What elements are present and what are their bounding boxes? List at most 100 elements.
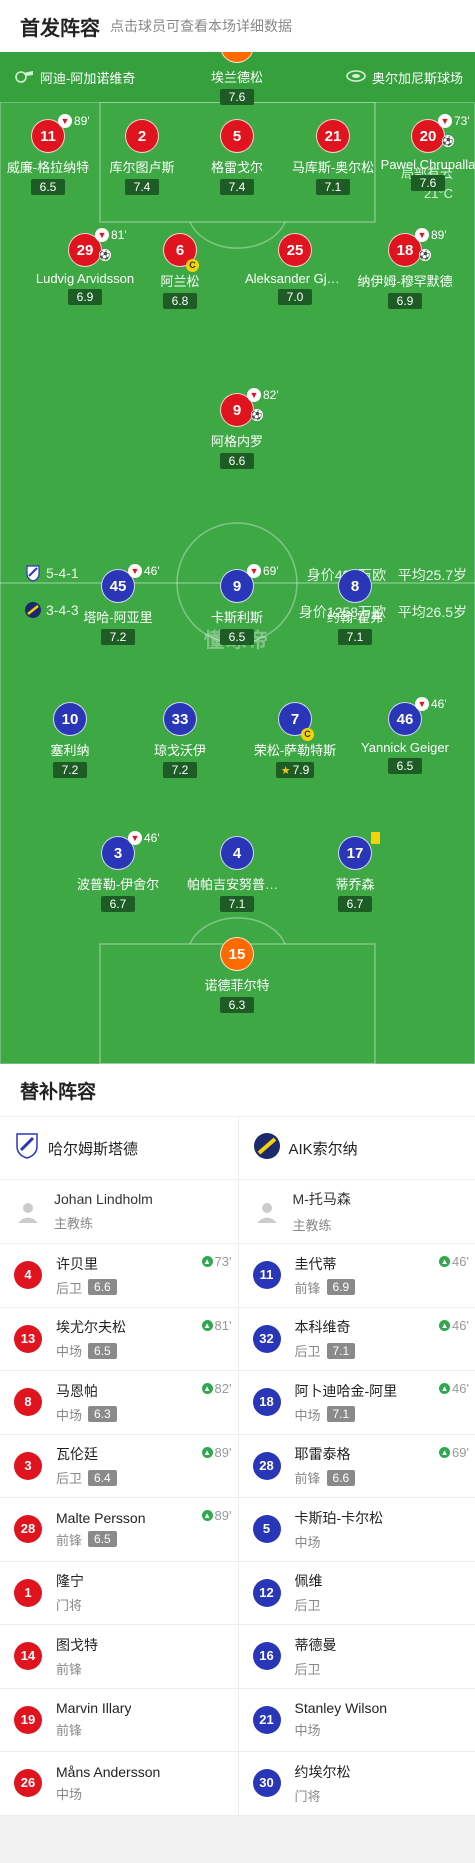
sub-number: 12 bbox=[252, 1578, 281, 1607]
sub-off-badge: ▼ 69' bbox=[247, 564, 279, 578]
sub-player-row[interactable]: 12 佩维 后卫 bbox=[238, 1562, 475, 1625]
sub-player-row[interactable]: 4 许贝里 后卫 6.6 ▲ 73' bbox=[0, 1244, 238, 1308]
sub-player-row[interactable]: 1 隆宁 门将 bbox=[0, 1562, 238, 1625]
sub-info: Måns Andersson 中场 bbox=[56, 1764, 160, 1803]
sub-on-minute: ▲ 89' bbox=[201, 1445, 232, 1460]
sub-player-row[interactable]: 14 图戈特 前锋 bbox=[0, 1625, 238, 1689]
away-team-logo-icon bbox=[24, 601, 42, 619]
ball-icon: ⚽ bbox=[99, 249, 111, 261]
sub-player-row[interactable]: 28 Malte Persson 前锋 6.5 ▲ 89' bbox=[0, 1498, 238, 1562]
away-team-name: AIK索尔纳 bbox=[288, 1140, 358, 1158]
home-team-row[interactable]: 哈尔姆斯塔德 bbox=[0, 1117, 238, 1180]
sub-player-row[interactable]: 30 约埃尔松 门将 bbox=[238, 1752, 475, 1816]
sub-rating: 6.6 bbox=[88, 1279, 117, 1296]
sub-player-row[interactable]: 5 卡斯珀-卡尔松 中场 bbox=[238, 1498, 475, 1562]
sub-number: 30 bbox=[252, 1769, 281, 1798]
player-name: 库尔图卢斯 bbox=[109, 160, 175, 175]
home-player[interactable]: 12 埃兰德松 7.6 bbox=[187, 52, 287, 106]
player-rating: 6.9 bbox=[68, 289, 102, 305]
player-rating: 6.7 bbox=[101, 896, 135, 912]
sub-player-row[interactable]: 13 埃尤尔夫松 中场 6.5 ▲ 81' bbox=[0, 1308, 238, 1371]
sub-player-row[interactable]: 3 瓦伦廷 后卫 6.4 ▲ 89' bbox=[0, 1435, 238, 1498]
away-player[interactable]: 3 ▼ 46' 波普勒-伊舍尔 6.7 bbox=[68, 831, 168, 913]
stadium: 奥尔加尼斯球场 bbox=[346, 68, 463, 87]
sub-meta: 前锋 bbox=[56, 1720, 131, 1739]
sub-off-icon: ▼ bbox=[247, 388, 261, 402]
sub-on-time: 82' bbox=[214, 1381, 232, 1396]
home-player[interactable]: 9 ▼ 82' ⚽ 阿格内罗 6.6 bbox=[187, 388, 287, 470]
away-coach[interactable]: M-托马森 主教练 bbox=[238, 1180, 475, 1244]
away-player[interactable]: 4 帕帕吉安努普洛斯 7.1 bbox=[187, 836, 287, 913]
sub-position: 中场 bbox=[294, 1407, 321, 1423]
yellow-card-icon bbox=[371, 832, 380, 844]
home-player[interactable]: 18 ▼ 89' ⚽ 纳伊姆-穆罕默德 6.9 bbox=[355, 228, 455, 310]
home-player[interactable]: 29 ▼ 81' ⚽ Ludvig Arvidsson 6.9 bbox=[35, 228, 135, 306]
sub-player-row[interactable]: 28 耶雷泰格 前锋 6.6 ▲ 69' bbox=[238, 1435, 475, 1498]
sub-rating: 7.1 bbox=[326, 1406, 356, 1423]
sub-name: 本科维奇 bbox=[294, 1319, 351, 1336]
away-player[interactable]: 8 约翰-霍弗 7.1 bbox=[305, 569, 405, 646]
sub-position: 中场 bbox=[56, 1786, 83, 1802]
sub-on-time: 73' bbox=[214, 1254, 232, 1269]
lineup-header: 首发阵容 点击球员可查看本场详细数据 bbox=[0, 0, 475, 52]
sub-meta: 前锋 6.9 bbox=[295, 1278, 356, 1297]
home-player[interactable]: 5 格雷戈尔 7.4 bbox=[187, 119, 287, 196]
sub-number: 4 bbox=[14, 1261, 42, 1290]
home-player[interactable]: 2 库尔图卢斯 7.4 bbox=[92, 119, 192, 196]
sub-info: 蒂德曼 后卫 bbox=[295, 1635, 337, 1678]
home-coach[interactable]: Johan Lindholm 主教练 bbox=[0, 1180, 238, 1244]
sub-position: 中场 bbox=[294, 1723, 321, 1739]
sub-info: 瓦伦廷 后卫 6.4 bbox=[56, 1444, 117, 1487]
away-player[interactable]: 7 C 荣松-萨勒特斯 ★ 7.9 bbox=[245, 702, 345, 779]
sub-name: 隆宁 bbox=[56, 1573, 84, 1590]
player-rating: 7.4 bbox=[125, 179, 159, 195]
sub-player-row[interactable]: 19 Marvin Illary 前锋 bbox=[0, 1689, 238, 1752]
sub-on-minute: ▲ 46' bbox=[439, 1318, 469, 1333]
sub-number: 21 bbox=[252, 1705, 281, 1734]
sub-on-minute: ▲ 82' bbox=[201, 1381, 232, 1396]
away-player[interactable]: 33 琼戈沃伊 7.2 bbox=[130, 702, 230, 779]
away-player[interactable]: 17 蒂乔森 6.7 bbox=[305, 832, 405, 913]
away-player[interactable]: 10 塞利纳 7.2 bbox=[20, 702, 120, 779]
player-rating: 7.1 bbox=[338, 629, 372, 645]
away-sub-list: 11 圭代蒂 前锋 6.9 ▲ 46' 32 本科维奇 后卫 7.1 ▲ 46' 18 阿卜迪哈金-阿里中… bbox=[238, 1244, 475, 1816]
sub-rating: 6.4 bbox=[88, 1469, 117, 1486]
player-rating: 7.0 bbox=[278, 289, 312, 305]
sub-player-row[interactable]: 16 蒂德曼 后卫 bbox=[238, 1625, 475, 1689]
sub-meta: 前锋 6.5 bbox=[56, 1530, 145, 1549]
home-player[interactable]: 6 C 阿兰松 6.8 bbox=[130, 233, 230, 310]
sub-off-badge: ▼ 73' bbox=[438, 114, 470, 128]
sub-info: 本科维奇 后卫 7.1 bbox=[295, 1317, 356, 1360]
away-player[interactable]: 46 ▼ 46' Yannick Geiger 6.5 bbox=[355, 697, 455, 775]
home-player[interactable]: 20 ▼ 73' ⚽ Pawel Chrupalla 7.6 bbox=[378, 114, 475, 192]
sub-minute: 89' bbox=[74, 114, 90, 128]
player-number: 2 bbox=[125, 119, 159, 153]
sub-off-badge: ▼ 46' bbox=[415, 697, 447, 711]
sub-off-icon: ▼ bbox=[415, 697, 429, 711]
home-player[interactable]: 25 Aleksander Gjertsen 7.0 bbox=[245, 233, 345, 306]
sub-number: 13 bbox=[14, 1324, 42, 1353]
sub-player-row[interactable]: 18 阿卜迪哈金-阿里 中场 7.1 ▲ 46' bbox=[238, 1371, 475, 1435]
sub-info: 耶雷泰格 前锋 6.6 bbox=[295, 1444, 356, 1487]
sub-meta: 后卫 bbox=[295, 1659, 337, 1678]
sub-player-row[interactable]: 11 圭代蒂 前锋 6.9 ▲ 46' bbox=[238, 1244, 475, 1308]
home-player[interactable]: 21 马库斯-奥尔松 7.1 bbox=[283, 119, 383, 196]
home-player[interactable]: 11 ▼ 89' 威廉-格拉纳特 6.5 bbox=[0, 114, 98, 196]
home-team-logo-icon bbox=[24, 564, 42, 582]
player-name: 波普勒-伊舍尔 bbox=[76, 877, 160, 892]
away-player[interactable]: 45 ▼ 46' 塔哈-阿亚里 7.2 bbox=[68, 564, 168, 646]
sub-number: 26 bbox=[14, 1769, 42, 1798]
away-player[interactable]: 15 诺德菲尔特 6.3 bbox=[187, 937, 287, 1014]
sub-player-row[interactable]: 32 本科维奇 后卫 7.1 ▲ 46' bbox=[238, 1308, 475, 1371]
sub-player-row[interactable]: 8 马恩帕 中场 6.3 ▲ 82' bbox=[0, 1371, 238, 1435]
player-rating: 7.6 bbox=[220, 89, 254, 105]
player-rating: 6.6 bbox=[220, 453, 254, 469]
player-rating: 6.5 bbox=[388, 758, 422, 774]
home-team-name: 哈尔姆斯塔德 bbox=[48, 1140, 139, 1158]
sub-player-row[interactable]: 21 Stanley Wilson 中场 bbox=[238, 1689, 475, 1752]
star-icon: ★ bbox=[280, 765, 291, 777]
away-coach-role: 主教练 bbox=[292, 1218, 332, 1233]
sub-player-row[interactable]: 26 Måns Andersson 中场 bbox=[0, 1752, 238, 1816]
away-team-row[interactable]: AIK索尔纳 bbox=[238, 1117, 475, 1180]
away-player[interactable]: 9 ▼ 69' 卡斯利斯 6.5 bbox=[187, 564, 287, 646]
